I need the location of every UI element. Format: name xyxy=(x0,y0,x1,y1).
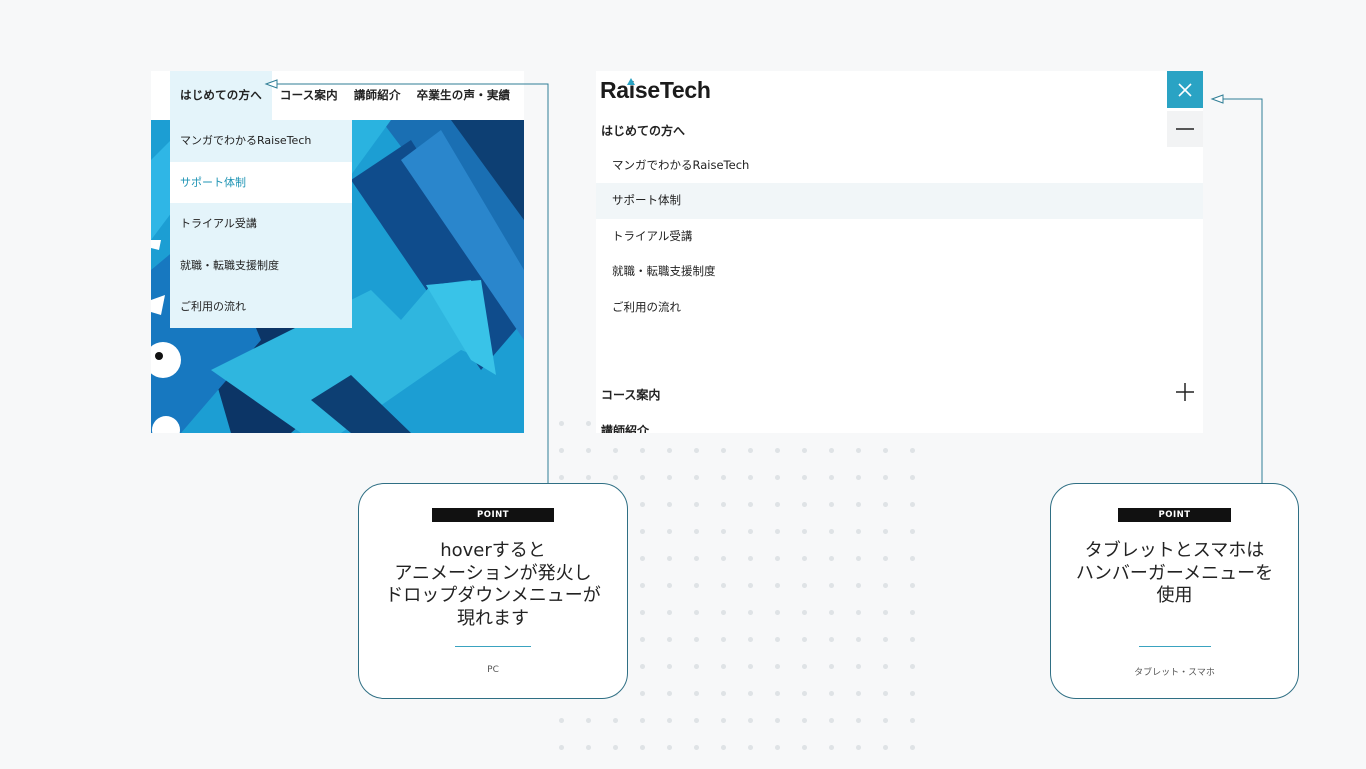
close-icon xyxy=(1178,82,1192,97)
arrow-head-icon xyxy=(1210,94,1224,104)
nav-item-instructors[interactable]: 講師紹介 xyxy=(346,71,409,120)
nav-item-graduates[interactable]: 卒業生の声・実績 xyxy=(409,71,519,120)
section-title-instructors[interactable]: 講師紹介 xyxy=(601,422,649,433)
submenu-item-flow[interactable]: ご利用の流れ xyxy=(596,290,1203,326)
dropdown-menu: マンガでわかるRaiseTech サポート体制 トライアル受講 就職・転職支援制… xyxy=(170,120,352,328)
callout-divider xyxy=(1139,646,1211,647)
callout-divider xyxy=(455,646,531,647)
dropdown-item-support[interactable]: サポート体制 xyxy=(170,161,352,204)
callout-line: 現れます xyxy=(457,607,529,629)
nav-item-courses[interactable]: コース案内 xyxy=(272,71,346,120)
callout-line: タブレットとスマホは xyxy=(1084,540,1265,561)
callout-line: 使用 xyxy=(1156,585,1193,606)
section-expand-button[interactable] xyxy=(1167,374,1203,410)
callout-line: アニメーションが発火し xyxy=(394,562,592,584)
tablet-screenshot-panel: RaiseTech はじめての方へ マンガでわかるRaiseTech サポート体… xyxy=(596,71,1203,433)
dropdown-item-flow[interactable]: ご利用の流れ xyxy=(170,286,352,328)
callout-tablet-text: タブレットとスマホは ハンバーガーメニューを 使用 xyxy=(1051,540,1298,608)
callout-line: hoverすると xyxy=(440,540,546,561)
submenu-item-support[interactable]: サポート体制 xyxy=(596,183,1203,219)
callout-line: ハンバーガーメニューを xyxy=(1075,562,1274,584)
pc-global-nav: はじめての方へ コース案内 講師紹介 卒業生の声・実績 xyxy=(151,71,524,120)
logo-accent-icon xyxy=(627,78,635,85)
section-title-beginners[interactable]: はじめての方へ xyxy=(601,122,685,139)
menu-close-button[interactable] xyxy=(1167,71,1203,108)
section-title-courses[interactable]: コース案内 xyxy=(601,386,660,403)
raisetech-logo[interactable]: RaiseTech xyxy=(600,77,711,104)
submenu-item-trial[interactable]: トライアル受講 xyxy=(596,219,1203,255)
callout-pc-footer: PC xyxy=(487,665,499,675)
callout-pc: POINT hoverすると アニメーションが発火し ドロップダウンメニューが … xyxy=(358,483,628,699)
point-badge: POINT xyxy=(432,508,554,522)
callout-pc-text: hoverすると アニメーションが発火し ドロップダウンメニューが 現れます xyxy=(359,540,627,630)
minus-icon xyxy=(1176,128,1194,130)
callout-tablet-footer: タブレット・スマホ xyxy=(1134,668,1215,678)
nav-item-beginners[interactable]: はじめての方へ xyxy=(170,71,272,120)
callout-tablet: POINT タブレットとスマホは ハンバーガーメニューを 使用 タブレット・スマ… xyxy=(1050,483,1299,699)
callout-line: ドロップダウンメニューが xyxy=(385,585,601,606)
submenu-item-career[interactable]: 就職・転職支援制度 xyxy=(596,254,1203,290)
dropdown-item-manga[interactable]: マンガでわかるRaiseTech xyxy=(170,120,352,162)
submenu-item-manga[interactable]: マンガでわかるRaiseTech xyxy=(596,148,1203,184)
plus-icon xyxy=(1176,383,1194,401)
point-badge: POINT xyxy=(1118,508,1231,522)
dropdown-item-career[interactable]: 就職・転職支援制度 xyxy=(170,245,352,287)
pc-screenshot-panel: はじめての方へ コース案内 講師紹介 卒業生の声・実績 マンガでわかるRaise… xyxy=(151,71,524,433)
section-collapse-button[interactable] xyxy=(1167,111,1203,147)
dropdown-item-trial[interactable]: トライアル受講 xyxy=(170,203,352,245)
